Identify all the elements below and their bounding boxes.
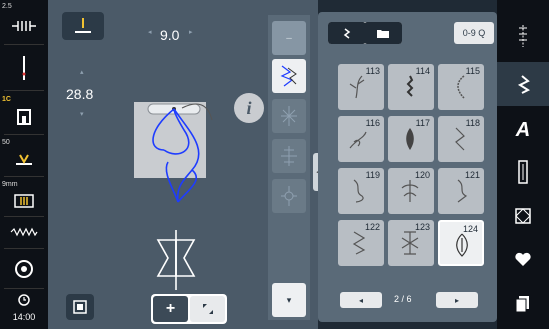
breadcrumb-stitches[interactable] [328, 22, 366, 44]
clock-icon [0, 292, 48, 308]
favorites-heart-icon[interactable] [497, 238, 549, 280]
upper-thread-value: 2.5 [2, 3, 12, 10]
stitch-cell-116[interactable]: 116 [338, 116, 384, 162]
feed-dog-value: 50 [2, 139, 10, 146]
search-label: 0-9 Q [462, 28, 486, 38]
page-indicator: 2 / 6 [394, 294, 412, 304]
needle-position-button[interactable] [62, 12, 104, 40]
stitch-cell-113[interactable]: 113 [338, 64, 384, 110]
quilt-icon[interactable] [497, 196, 549, 236]
stitch-length-value: 28.8 [66, 86, 94, 102]
stitch-plate-value: 9mm [2, 181, 18, 188]
stitch-pattern-icon [353, 179, 364, 203]
decorative-stitch-icon[interactable] [497, 18, 549, 54]
stitch-selection-panel: 0-9 Q 113 114 115 116 117 118 119 120 121 122 123 1… [318, 12, 497, 322]
stitch-plate-icon[interactable] [0, 190, 48, 212]
stitch-cell-119[interactable]: 119 [338, 168, 384, 214]
category-toolbar: A [497, 0, 549, 329]
zoom-in-button[interactable]: + [153, 296, 188, 322]
page-next-button[interactable]: ▸ [436, 292, 478, 308]
stitch-combination-column: – ▾ [268, 15, 310, 320]
search-button[interactable]: 0-9 Q [454, 22, 494, 44]
combo-stitch-4[interactable] [272, 179, 306, 213]
stitch-pattern-icon [455, 127, 465, 151]
feed-dog-icon[interactable] [0, 148, 48, 172]
stitch-cell-121[interactable]: 121 [438, 168, 484, 214]
stitch-width-value: 9.0 [160, 27, 180, 43]
page-prev-button[interactable]: ◂ [340, 292, 382, 308]
stitch-pattern-icon [352, 231, 366, 255]
status-sidebar: 2.5 1C 50 9mm 14:00 [0, 0, 48, 329]
stitch-cell-122[interactable]: 122 [338, 220, 384, 266]
stitch-pattern-icon [401, 180, 419, 202]
stitch-type-icon[interactable] [0, 221, 48, 243]
stitch-pattern-icon [457, 179, 468, 203]
upper-thread-tension-icon[interactable] [0, 12, 48, 40]
needle-icon[interactable] [0, 50, 48, 86]
clock-time: 14:00 [12, 312, 36, 322]
stitch-pattern-icon [401, 231, 419, 255]
width-decrease-arrow[interactable]: ◂ [148, 28, 152, 36]
stitch-cell-123[interactable]: 123 [388, 220, 434, 266]
stitch-cell-115[interactable]: 115 [438, 64, 484, 110]
decorative-category-icon[interactable] [497, 62, 549, 106]
stitch-cell-124[interactable]: 124 [438, 220, 484, 266]
length-increase-arrow[interactable]: ▴ [80, 68, 84, 76]
width-increase-arrow[interactable]: ▸ [189, 28, 193, 36]
combo-scroll-down-button[interactable]: ▾ [272, 283, 306, 317]
combo-stitch-2[interactable] [272, 99, 306, 133]
presser-foot-value: 1C [2, 96, 11, 103]
fullscreen-button[interactable] [190, 296, 225, 322]
stitch-pattern-icon [349, 75, 365, 99]
alphabet-icon[interactable]: A [497, 110, 549, 150]
length-decrease-arrow[interactable]: ▾ [80, 110, 84, 118]
stitch-cell-114[interactable]: 114 [388, 64, 434, 110]
stitch-pattern-icon [406, 128, 414, 150]
info-button[interactable]: i [234, 93, 264, 123]
buttonhole-icon[interactable] [497, 152, 549, 192]
stitch-cell-117[interactable]: 117 [388, 116, 434, 162]
bobbin-icon[interactable] [0, 254, 48, 284]
presser-foot-icon[interactable] [0, 104, 48, 130]
split-view-button[interactable] [66, 294, 94, 320]
stitch-cell-118[interactable]: 118 [438, 116, 484, 162]
personal-memory-icon[interactable] [497, 284, 549, 324]
stitch-pattern-icon [457, 75, 465, 99]
combo-stitch-3[interactable] [272, 139, 306, 173]
stitch-pattern-icon [349, 131, 367, 149]
breadcrumb-folder[interactable] [364, 22, 402, 44]
combo-stitch-selected[interactable] [272, 59, 306, 93]
combo-scroll-up-button[interactable]: – [272, 21, 306, 55]
stitch-cell-120[interactable]: 120 [388, 168, 434, 214]
stitch-pattern-icon [456, 233, 468, 257]
stitch-pattern-icon [406, 75, 414, 97]
